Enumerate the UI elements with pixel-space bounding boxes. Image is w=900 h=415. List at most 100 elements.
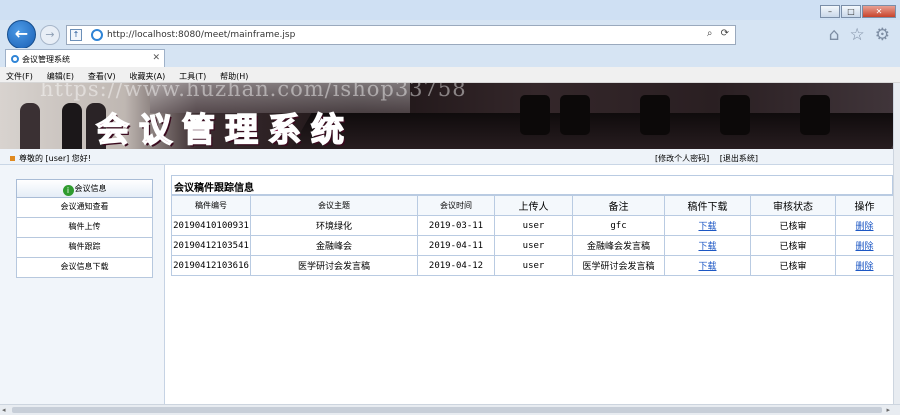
ie-tab-icon xyxy=(11,55,19,63)
header-banner: https://www.huzhan.com/ishop33758 会议管理系统 xyxy=(0,83,893,149)
column-header: 操作 xyxy=(835,195,893,216)
tracking-table: 稿件编号 会议主题 会议时间 上传人 备注 稿件下载 审核状态 操作 20190… xyxy=(171,195,893,276)
cell-id: 20190412103616 xyxy=(171,255,251,276)
table-row: 20190412103616 医学研讨会发言稿 2019-04-12 user … xyxy=(171,255,893,276)
column-header: 会议时间 xyxy=(417,195,495,216)
menu-file[interactable]: 文件(F) xyxy=(0,67,38,82)
cell-id: 20190412103541 xyxy=(171,235,251,256)
address-bar[interactable]: ↑ http://localhost:8080/meet/mainframe.j… xyxy=(66,25,736,45)
favorites-star-icon[interactable]: ☆ xyxy=(850,25,865,45)
scrollbar-thumb[interactable] xyxy=(12,407,882,413)
cell-date: 2019-04-12 xyxy=(417,255,495,276)
tab-close-icon[interactable]: ✕ xyxy=(152,53,160,63)
cell-topic: 金融峰会 xyxy=(250,235,418,256)
cell-topic: 医学研讨会发言稿 xyxy=(250,255,418,276)
scroll-left-icon[interactable]: ◂ xyxy=(2,406,6,414)
table-row: 20190412103541 金融峰会 2019-04-11 user 金融峰会… xyxy=(171,235,893,256)
sidebar-item-download[interactable]: 会议信息下载 xyxy=(16,258,153,278)
logout-link[interactable]: [退出系统] xyxy=(720,154,758,163)
tab-active[interactable]: 会议管理系统 ✕ xyxy=(5,49,165,67)
menu-bar: 文件(F) 编辑(E) 查看(V) 收藏夹(A) 工具(T) 帮助(H) xyxy=(0,67,900,83)
banner-person xyxy=(62,103,82,149)
cell-date: 2019-04-11 xyxy=(417,235,495,256)
maximize-button[interactable]: □ xyxy=(841,5,861,18)
ie-page-icon xyxy=(91,29,103,41)
column-header: 稿件下载 xyxy=(664,195,751,216)
menu-favorites[interactable]: 收藏夹(A) xyxy=(123,67,170,82)
cell-date: 2019-03-11 xyxy=(417,215,495,236)
sidebar-menu: i 会议信息 会议通知查看 稿件上传 稿件跟踪 会议信息下载 xyxy=(16,179,153,278)
cell-download: 下载 xyxy=(664,235,751,256)
minimize-button[interactable]: – xyxy=(820,5,840,18)
cell-download: 下载 xyxy=(664,215,751,236)
menu-view[interactable]: 查看(V) xyxy=(82,67,121,82)
change-password-link[interactable]: [修改个人密码] xyxy=(655,154,709,163)
tab-bar: 会议管理系统 ✕ xyxy=(0,48,900,67)
home-icon[interactable]: ⌂ xyxy=(829,25,840,45)
banner-chair xyxy=(560,95,590,135)
download-link[interactable]: 下载 xyxy=(698,222,716,232)
cell-status: 已核审 xyxy=(750,215,836,236)
panel-title: 会议稿件跟踪信息 xyxy=(171,175,893,195)
column-header: 会议主题 xyxy=(250,195,418,216)
column-header: 备注 xyxy=(572,195,665,216)
close-button[interactable]: ✕ xyxy=(862,5,896,18)
window-titlebar: – □ ✕ xyxy=(0,0,900,20)
sidebar-header-label: 会议信息 xyxy=(74,184,107,193)
cell-status: 已核审 xyxy=(750,255,836,276)
refresh-icon[interactable]: ⟳ xyxy=(721,28,729,39)
download-link[interactable]: 下载 xyxy=(698,242,716,252)
page-content: https://www.huzhan.com/ishop33758 会议管理系统… xyxy=(0,83,893,404)
user-links: [修改个人密码] [退出系统] xyxy=(647,153,758,164)
cell-note: gfc xyxy=(572,215,665,236)
cell-action: 删除 xyxy=(835,215,893,236)
cell-download: 下载 xyxy=(664,255,751,276)
column-header: 审核状态 xyxy=(750,195,836,216)
menu-tools[interactable]: 工具(T) xyxy=(173,67,211,82)
cell-uploader: user xyxy=(494,215,573,236)
sidebar-item-notice[interactable]: 会议通知查看 xyxy=(16,198,153,218)
horizontal-scrollbar[interactable]: ◂ ▸ xyxy=(0,404,900,415)
forward-arrow-icon[interactable]: → xyxy=(40,25,60,45)
table-row: 20190410100931 环境绿化 2019-03-11 user gfc … xyxy=(171,215,893,236)
browser-right-icons: ⌂ ☆ ⚙ xyxy=(829,25,890,45)
sidebar-item-upload[interactable]: 稿件上传 xyxy=(16,218,153,238)
main-panel: 会议稿件跟踪信息 稿件编号 会议主题 会议时间 上传人 备注 稿件下载 审核状态… xyxy=(171,175,893,276)
download-link[interactable]: 下载 xyxy=(698,262,716,272)
table-header-row: 稿件编号 会议主题 会议时间 上传人 备注 稿件下载 审核状态 操作 xyxy=(171,195,893,216)
browser-navbar: ← → ↑ http://localhost:8080/meet/mainfra… xyxy=(0,20,900,49)
vertical-scrollbar[interactable] xyxy=(893,83,900,404)
user-status-bar: 尊敬的 [user] 您好! [修改个人密码] [退出系统] xyxy=(0,149,893,165)
sidebar-header: i 会议信息 xyxy=(16,179,153,198)
compat-view-icon[interactable]: ↑ xyxy=(70,29,82,41)
banner-chair xyxy=(720,95,750,135)
info-icon: i xyxy=(62,185,74,196)
search-icon[interactable]: ⌕ xyxy=(707,28,713,39)
watermark-text: https://www.huzhan.com/ishop33758 xyxy=(40,83,467,101)
cell-note: 金融峰会发言稿 xyxy=(572,235,665,256)
delete-link[interactable]: 删除 xyxy=(855,262,873,272)
gear-icon[interactable]: ⚙ xyxy=(875,25,890,45)
cell-uploader: user xyxy=(494,255,573,276)
scroll-right-icon[interactable]: ▸ xyxy=(886,406,890,414)
delete-link[interactable]: 删除 xyxy=(855,242,873,252)
cell-action: 删除 xyxy=(835,235,893,256)
cell-topic: 环境绿化 xyxy=(250,215,418,236)
column-header: 上传人 xyxy=(494,195,573,216)
system-logo: 会议管理系统 xyxy=(95,109,354,149)
sidebar-item-tracking[interactable]: 稿件跟踪 xyxy=(16,238,153,258)
banner-chair xyxy=(640,95,670,135)
banner-chair xyxy=(520,95,550,135)
banner-chair xyxy=(800,95,830,135)
menu-help[interactable]: 帮助(H) xyxy=(214,67,253,82)
address-tools: ⌕ ⟳ xyxy=(702,28,729,39)
greeting-text: 尊敬的 [user] 您好! xyxy=(10,153,91,164)
cell-status: 已核审 xyxy=(750,235,836,256)
back-arrow-icon[interactable]: ← xyxy=(7,20,36,49)
menu-edit[interactable]: 编辑(E) xyxy=(41,67,79,82)
delete-link[interactable]: 删除 xyxy=(855,222,873,232)
sidebar: i 会议信息 会议通知查看 稿件上传 稿件跟踪 会议信息下载 xyxy=(0,165,165,404)
cell-uploader: user xyxy=(494,235,573,256)
address-url[interactable]: http://localhost:8080/meet/mainframe.jsp xyxy=(107,30,295,40)
cell-note: 医学研讨会发言稿 xyxy=(572,255,665,276)
